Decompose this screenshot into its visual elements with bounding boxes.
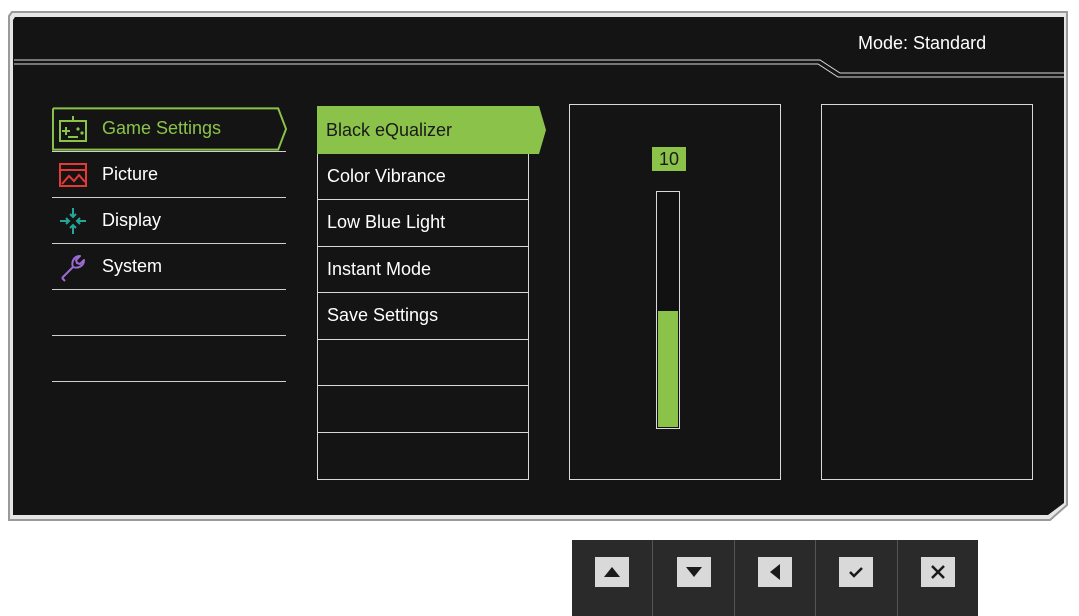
main-menu-item-empty xyxy=(52,336,286,382)
sub-menu-item-instant-mode[interactable]: Instant Mode xyxy=(318,247,528,293)
down-key[interactable] xyxy=(652,540,733,616)
level-slider-fill xyxy=(658,311,678,427)
display-arrows-icon xyxy=(56,206,90,236)
main-menu: Game Settings Picture Display System xyxy=(52,106,288,382)
main-menu-item-game-settings[interactable]: Game Settings xyxy=(52,106,288,152)
main-menu-item-picture[interactable]: Picture xyxy=(52,152,286,198)
up-arrow-icon xyxy=(595,557,630,587)
sub-menu-item-empty xyxy=(318,386,528,433)
sub-menu-label: Low Blue Light xyxy=(327,212,446,233)
wrench-icon xyxy=(56,252,90,282)
exit-key[interactable] xyxy=(896,540,978,616)
sub-menu-label: Instant Mode xyxy=(327,258,432,279)
confirm-key[interactable] xyxy=(815,540,896,616)
main-menu-item-system[interactable]: System xyxy=(52,244,286,290)
main-menu-item-display[interactable]: Display xyxy=(52,198,286,244)
main-menu-label: System xyxy=(102,256,163,276)
control-key-bar xyxy=(572,540,978,616)
main-menu-label: Picture xyxy=(102,164,159,184)
sub-menu-label: Save Settings xyxy=(327,305,439,326)
mode-indicator: Mode: Standard xyxy=(858,33,987,53)
sub-menu-item-empty xyxy=(318,340,528,386)
sub-menu-label: Color Vibrance xyxy=(327,165,446,186)
check-icon xyxy=(839,557,874,587)
main-menu-label: Display xyxy=(102,210,162,230)
left-arrow-icon xyxy=(758,557,793,587)
sub-menu: Color Vibrance Low Blue Light Instant Mo… xyxy=(317,106,529,480)
sub-menu-item-save-settings[interactable]: Save Settings xyxy=(318,293,528,340)
up-key[interactable] xyxy=(572,540,652,616)
sub-menu-item-low-blue-light[interactable]: Low Blue Light xyxy=(318,200,528,247)
sub-menu-item-empty xyxy=(318,433,528,480)
sub-menu-active-label: Black eQualizer xyxy=(326,119,453,140)
info-panel xyxy=(821,104,1033,480)
selection-highlight xyxy=(52,107,288,151)
down-arrow-icon xyxy=(676,557,711,587)
close-icon xyxy=(920,557,955,587)
sub-menu-item-color-vibrance[interactable]: Color Vibrance xyxy=(318,154,528,200)
slider-value: 10 xyxy=(652,147,686,171)
picture-icon xyxy=(56,160,90,190)
main-menu-item-empty xyxy=(52,290,286,336)
level-slider[interactable] xyxy=(656,191,680,429)
left-key[interactable] xyxy=(733,540,815,616)
